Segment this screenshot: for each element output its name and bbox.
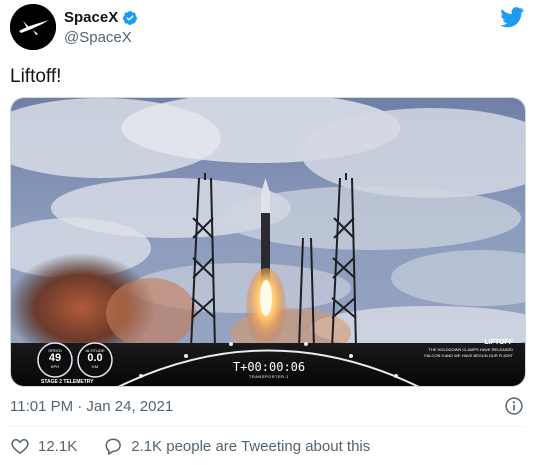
hud-caption: LIFTOFF THE HOLDDOWN CLAMPS HAVE RELEASE… bbox=[424, 338, 513, 359]
conversation-text: 2.1K people are Tweeting about this bbox=[131, 437, 371, 455]
caption-line-2: FALCON 9 AND WE HAVE BEGUN OUR FLIGHT bbox=[424, 353, 513, 358]
author-block: SpaceX @SpaceX bbox=[64, 9, 138, 47]
altitude-value: 0.0 bbox=[87, 352, 103, 364]
heart-icon bbox=[11, 438, 29, 454]
hud-mission-timer: T+00:00:06 TRANSPORTER-1 bbox=[209, 360, 329, 380]
speech-bubble-icon bbox=[105, 438, 122, 456]
tweet-timestamp[interactable]: 11:01 PM · Jan 24, 2021 bbox=[10, 398, 173, 416]
tweet-actions: 12.1K 2.1K people are Tweeting about thi… bbox=[10, 436, 370, 456]
like-count: 12.1K bbox=[38, 437, 78, 455]
avatar[interactable] bbox=[10, 4, 56, 50]
like-button[interactable]: 12.1K bbox=[10, 436, 77, 456]
launch-video-frame[interactable]: SPEED 49 KPH ALTITUDE 0.0 KM STAGE 2 TEL… bbox=[10, 97, 526, 387]
author-handle[interactable]: @SpaceX bbox=[64, 29, 138, 47]
author-display-name[interactable]: SpaceX bbox=[64, 9, 138, 27]
speed-unit: KPH bbox=[50, 364, 60, 369]
embedded-tweet: SpaceX @SpaceX Liftoff! SPEED 49 KPH ALT… bbox=[0, 0, 534, 465]
telemetry-label: STAGE 2 TELEMETRY bbox=[41, 379, 94, 385]
verified-badge-icon bbox=[123, 11, 138, 25]
tweet-text: Liftoff! bbox=[10, 66, 62, 87]
conversation-link[interactable]: 2.1K people are Tweeting about this bbox=[103, 436, 370, 456]
hud-altitude-gauge: ALTITUDE 0.0 KM bbox=[78, 348, 112, 369]
divider bbox=[10, 426, 524, 427]
spacex-logo-icon bbox=[10, 4, 56, 50]
speed-value: 49 bbox=[48, 352, 62, 364]
mission-timer: T+00:00:06 bbox=[232, 360, 306, 374]
caption-headline: LIFTOFF bbox=[484, 339, 513, 346]
mission-name: TRANSPORTER-1 bbox=[248, 374, 290, 379]
author-name-text: SpaceX bbox=[64, 9, 119, 26]
info-icon[interactable] bbox=[504, 396, 524, 416]
hud-speed-gauge: SPEED 49 KPH bbox=[38, 348, 72, 369]
altitude-unit: KM bbox=[92, 364, 98, 369]
twitter-bird-icon[interactable] bbox=[500, 6, 524, 28]
